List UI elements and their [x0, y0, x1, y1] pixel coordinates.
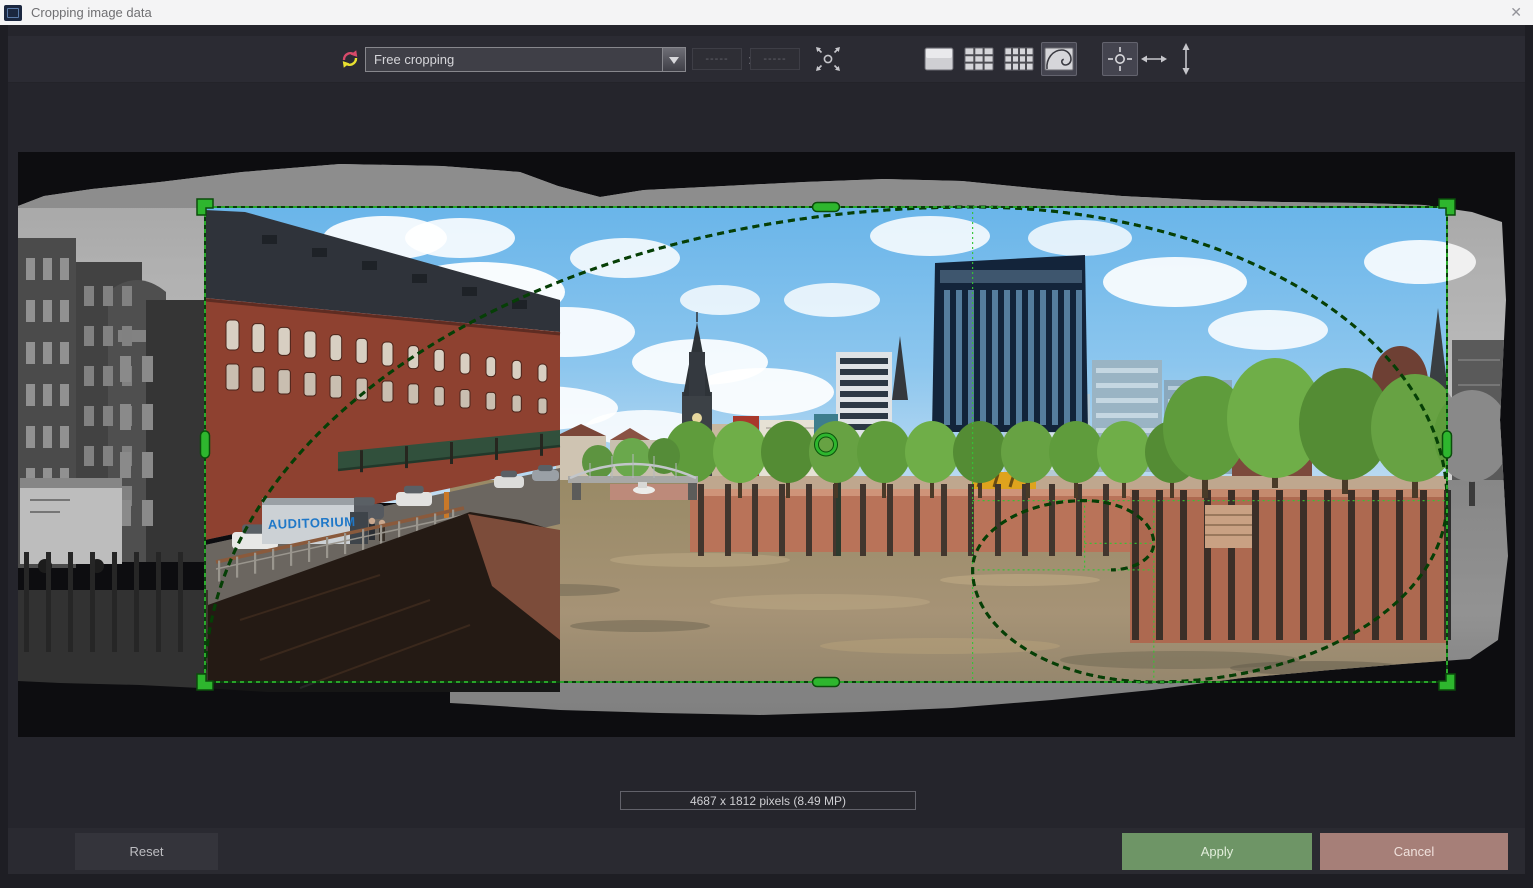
status-dimensions: 4687 x 1812 pixels (8.49 MP): [620, 791, 916, 810]
window-title: Cropping image data: [31, 5, 152, 20]
maximize-selection-button[interactable]: [810, 42, 846, 76]
crop-canvas[interactable]: AUDITORIUM: [18, 152, 1515, 737]
overlay-thirds-button[interactable]: [961, 42, 997, 76]
app-icon: [4, 5, 22, 21]
close-button[interactable]: ✕: [1510, 0, 1522, 25]
overlay-none-icon: [923, 46, 955, 72]
overlay-golden-spiral-icon: [1043, 46, 1075, 72]
footer-bar: Reset Apply Cancel: [8, 828, 1525, 874]
overlay-golden-spiral-button[interactable]: [1041, 42, 1077, 76]
ratio-height-input[interactable]: -----: [750, 48, 800, 70]
maximize-selection-icon: [812, 43, 844, 75]
crop-handle-bottom[interactable]: [813, 678, 840, 687]
center-marker-toggle-button[interactable]: [1102, 42, 1138, 76]
horizontal-arrow-icon: [1139, 44, 1169, 74]
crop-preset-value: Free cropping: [366, 52, 662, 67]
window-titlebar: Cropping image data ✕: [0, 0, 1533, 25]
extend-vertical-button[interactable]: [1168, 42, 1204, 76]
rotate-crop-icon: [339, 36, 361, 82]
vertical-arrow-icon: [1171, 42, 1201, 76]
apply-button[interactable]: Apply: [1122, 833, 1312, 870]
overlay-thirds-icon: [963, 46, 995, 72]
dropdown-arrow-button[interactable]: [662, 48, 685, 71]
crop-handle-top[interactable]: [813, 203, 840, 212]
pano-image: AUDITORIUM: [18, 152, 1515, 737]
overlay-grid-icon: [1003, 46, 1035, 72]
overlay-none-button[interactable]: [921, 42, 957, 76]
reset-button[interactable]: Reset: [75, 833, 218, 870]
cancel-button[interactable]: Cancel: [1320, 833, 1508, 870]
crop-handle-left[interactable]: [201, 431, 210, 458]
crop-handle-right[interactable]: [1443, 431, 1452, 458]
center-crosshair-icon: [1105, 44, 1135, 74]
ratio-width-input[interactable]: -----: [692, 48, 742, 70]
overlay-grid-button[interactable]: [1001, 42, 1037, 76]
crop-preset-dropdown[interactable]: Free cropping: [365, 47, 686, 72]
extend-horizontal-button[interactable]: [1136, 42, 1172, 76]
toolbar: Free cropping ----- : -----: [8, 36, 1525, 83]
crop-handle-bottom-right[interactable]: [1439, 674, 1455, 690]
